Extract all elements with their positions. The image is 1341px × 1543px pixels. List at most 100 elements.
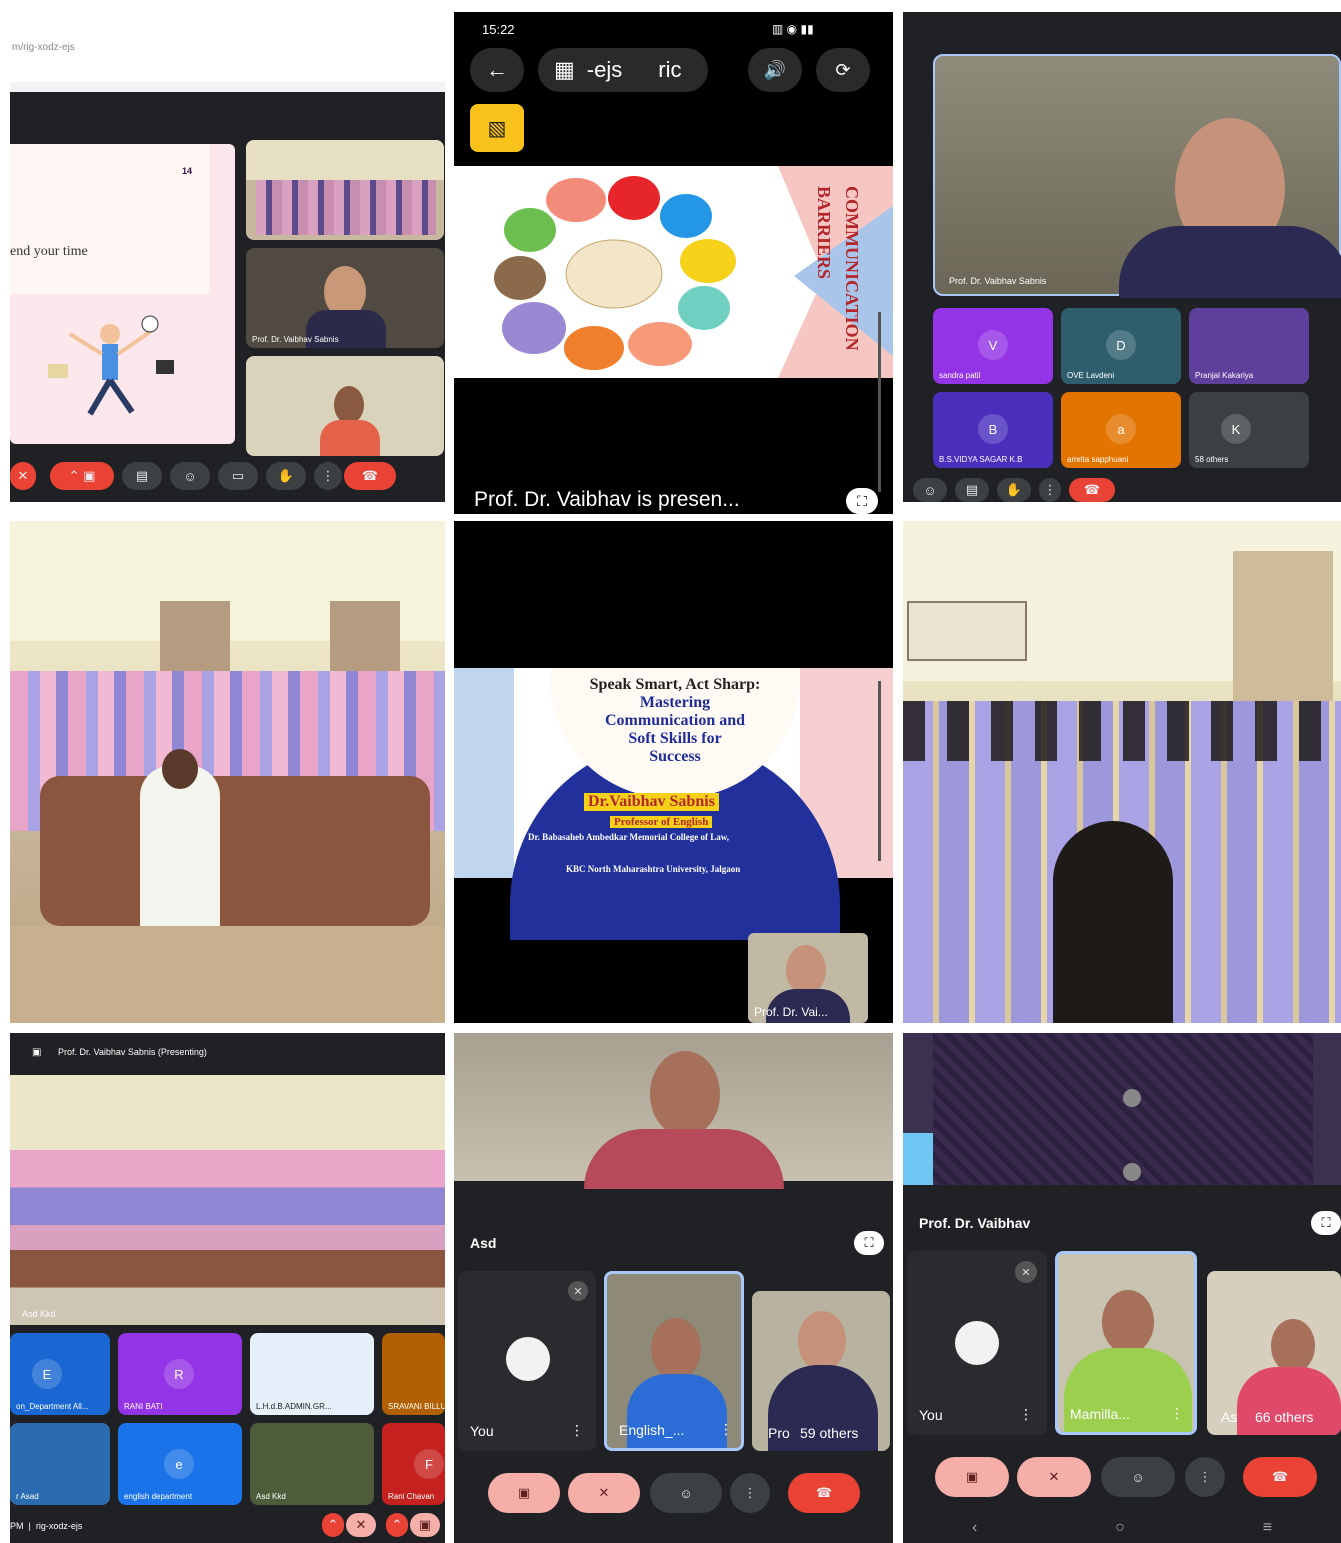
- meet-desktop-panel-3: Prof. Dr. Vaibhav Sabnis sandra patil OV…: [903, 12, 1341, 502]
- mic-menu-button[interactable]: ⌃: [322, 1513, 344, 1537]
- meeting-footer: PM | rig-xodz-ejs: [10, 1521, 83, 1531]
- self-tile[interactable]: ✕ You ⋮: [907, 1251, 1047, 1435]
- camera-off-button[interactable]: ▣: [488, 1473, 560, 1513]
- presenter-college: Dr. Babasaheb Ambedkar Memorial College …: [528, 832, 730, 842]
- mic-muted-icon: ✕: [1015, 1261, 1037, 1283]
- more-options-button[interactable]: ⋮: [1185, 1457, 1225, 1497]
- camera-off-button[interactable]: ▣: [935, 1457, 1009, 1497]
- others-count: 59 others: [800, 1425, 859, 1441]
- raise-hand-button[interactable]: ✋: [997, 478, 1031, 502]
- slide-title-line1: Speak Smart, Act Sharp:: [589, 676, 761, 693]
- avatar: F: [414, 1449, 444, 1479]
- meet-mobile-panel-9: Prof. Dr. Vaibhav ⛶ ✕ You ⋮ Mamilla... ⋮…: [903, 1033, 1341, 1543]
- more-options-button[interactable]: ⋮: [314, 462, 342, 490]
- juggling-man-illustration: [48, 315, 174, 416]
- scroll-track[interactable]: [878, 681, 881, 861]
- leave-call-button[interactable]: ☎: [1243, 1457, 1317, 1497]
- slide-heading: COMMUNICATION BARRIERS: [814, 186, 862, 351]
- leave-call-button[interactable]: ☎: [344, 462, 396, 490]
- emoji-button[interactable]: ☺: [1101, 1457, 1175, 1497]
- leave-call-button[interactable]: ☎: [788, 1473, 860, 1513]
- participant-tile-speaker[interactable]: Prof. Dr. Vaibhav Sabnis: [246, 248, 444, 348]
- camera-menu-button[interactable]: ⌃: [386, 1513, 408, 1537]
- mic-off-button[interactable]: ✕: [346, 1513, 376, 1537]
- mic-off-button[interactable]: ✕: [10, 462, 36, 490]
- scroll-track[interactable]: [878, 312, 881, 492]
- main-speaker-tile[interactable]: Prof. Dr. Vaibhav Sabnis: [933, 54, 1341, 298]
- mic-muted-icon: ✕: [568, 1281, 588, 1301]
- mic-off-button[interactable]: ✕: [568, 1473, 640, 1513]
- self-tile[interactable]: ✕ You ⋮: [458, 1271, 596, 1451]
- presentation-off-icon[interactable]: ▧: [470, 104, 524, 152]
- presenter-name: Dr.Vaibhav Sabnis: [584, 793, 719, 811]
- meeting-code-chip[interactable]: ▦ -ejs ric: [538, 48, 708, 92]
- self-view-tile[interactable]: Prof. Dr. Vai...: [748, 933, 868, 1023]
- mic-off-button[interactable]: ✕: [1017, 1457, 1091, 1497]
- meet-desktop-panel-7: ▣ Prof. Dr. Vaibhav Sabnis (Presenting) …: [10, 1033, 445, 1543]
- browser-bar: m/rig-xodz-ejs: [10, 12, 445, 82]
- more-icon[interactable]: ⋮: [570, 1422, 584, 1439]
- more-options-button[interactable]: ⋮: [1039, 478, 1061, 502]
- speaker-video[interactable]: [454, 1033, 893, 1189]
- leave-call-button[interactable]: ☎: [1069, 478, 1115, 502]
- switch-camera-icon[interactable]: ⟳: [816, 48, 870, 92]
- participant-tile-classroom[interactable]: [246, 140, 444, 240]
- emoji-button[interactable]: ☺: [913, 478, 947, 502]
- meet-mobile-panel-8: Asd ⛶ ✕ You ⋮ English_... ⋮ Pro 59 other…: [454, 1033, 893, 1543]
- more-icon[interactable]: ⋮: [719, 1421, 733, 1438]
- speaker-shirt: [1119, 226, 1341, 298]
- participant-tile[interactable]: r Asad: [10, 1423, 110, 1505]
- participant-tile-mamilla[interactable]: Mamilla... ⋮: [1055, 1251, 1197, 1435]
- participant-tile-woman[interactable]: [246, 356, 444, 456]
- presenter-role: Professor of English: [610, 816, 713, 828]
- meet-mobile-panel-5: Speak Smart, Act Sharp: Mastering Commun…: [454, 521, 893, 1023]
- shared-slide: 14 end your time: [10, 144, 235, 444]
- nav-recents-icon[interactable]: ≡: [1263, 1519, 1272, 1537]
- avatar: K: [1221, 414, 1251, 444]
- avatar: B: [978, 414, 1008, 444]
- nav-home-icon[interactable]: ○: [1115, 1519, 1125, 1537]
- fullscreen-icon[interactable]: ⛶: [854, 1231, 884, 1255]
- raise-hand-button[interactable]: ✋: [266, 462, 306, 490]
- others-count: 66 others: [1255, 1409, 1314, 1425]
- presenting-header: Prof. Dr. Vaibhav Sabnis (Presenting): [58, 1047, 207, 1057]
- status-icons: ▥ ◉ ▮▮: [772, 22, 814, 36]
- participant-tile[interactable]: Asd Kkd: [250, 1423, 374, 1505]
- status-time: 15:22: [482, 22, 515, 37]
- back-arrow-icon[interactable]: ←: [470, 48, 524, 92]
- avatar: V: [978, 330, 1008, 360]
- more-icon[interactable]: ⋮: [1019, 1406, 1033, 1423]
- speaker-video[interactable]: [903, 1033, 1341, 1185]
- room-label: Asd Kkd: [22, 1309, 56, 1319]
- url-text[interactable]: m/rig-xodz-ejs: [12, 42, 75, 53]
- avatar: e: [164, 1449, 194, 1479]
- captions-button[interactable]: ▤: [955, 478, 989, 502]
- slide-title-line3: Communication and: [604, 712, 746, 729]
- speaker-icon[interactable]: 🔊: [748, 48, 802, 92]
- emoji-button[interactable]: ☺: [170, 462, 210, 490]
- shared-classroom-view: Asd Kkd: [10, 1075, 445, 1325]
- slide-title-line2: Mastering: [639, 694, 711, 711]
- fullscreen-icon[interactable]: ⛶: [1311, 1211, 1341, 1235]
- presenting-icon: ▣: [32, 1047, 42, 1058]
- camera-off-button[interactable]: ▣: [410, 1513, 440, 1537]
- presenting-caption: Prof. Dr. Vaibhav is presen...: [474, 488, 740, 511]
- present-button[interactable]: ▭: [218, 462, 258, 490]
- more-icon[interactable]: ⋮: [1170, 1405, 1184, 1422]
- emoji-button[interactable]: ☺: [650, 1473, 722, 1513]
- participant-tile-others[interactable]: As 66 others: [1207, 1271, 1341, 1435]
- avatar: R: [164, 1359, 194, 1389]
- more-options-button[interactable]: ⋮: [730, 1473, 770, 1513]
- participant-tile[interactable]: SRAVANI BILLU: [382, 1333, 445, 1415]
- captions-button[interactable]: ▤: [122, 462, 162, 490]
- nav-back-icon[interactable]: ‹: [972, 1519, 977, 1537]
- participant-tile-others[interactable]: Pro 59 others: [752, 1291, 890, 1451]
- android-nav-bar: ‹ ○ ≡: [903, 1513, 1341, 1543]
- tile-name: Prof. Dr. Vaibhav Sabnis: [252, 335, 339, 344]
- participant-tile-english[interactable]: English_... ⋮: [604, 1271, 744, 1451]
- participant-tile[interactable]: Pranjal Kakariya: [1189, 308, 1309, 384]
- fullscreen-icon[interactable]: ⛶: [846, 488, 878, 514]
- barriers-slide: COMMUNICATION BARRIERS: [454, 166, 893, 378]
- participant-tile[interactable]: L.H.d.B.ADMIN.GR...: [250, 1333, 374, 1415]
- camera-off-button[interactable]: ⌃ ▣: [50, 462, 114, 490]
